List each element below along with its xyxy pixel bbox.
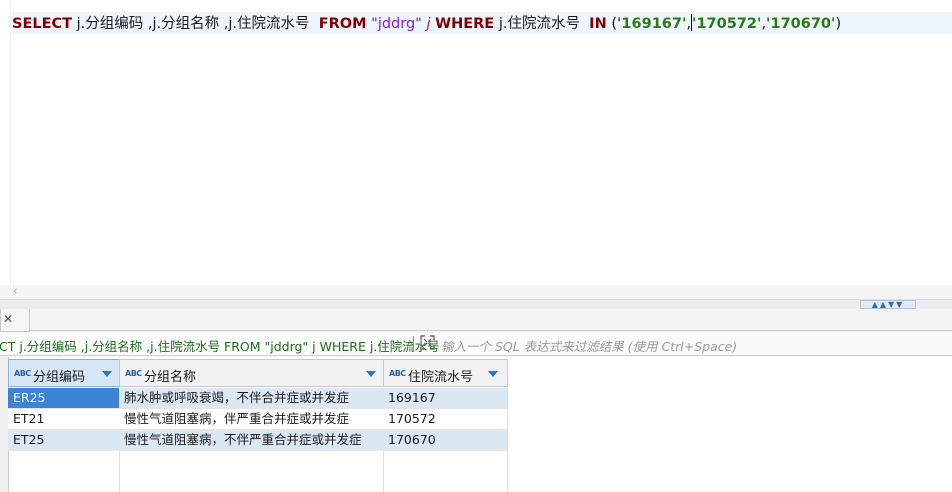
expand-filter-icon[interactable] <box>420 335 435 350</box>
editor-horizontal-scrollbar[interactable]: ‹ <box>0 284 952 299</box>
table-cell[interactable]: 170670 <box>383 430 508 451</box>
where-column: j.住院流水号 <box>498 16 580 32</box>
table-cell[interactable]: ER25 <box>8 388 120 409</box>
filter-separator <box>413 336 414 352</box>
tab-divider <box>28 330 952 331</box>
keyword-where: WHERE <box>435 16 495 32</box>
paren-close: ) <box>835 16 842 32</box>
table-cell[interactable]: 慢性气道阻塞病，不伴严重合并症或并发症 <box>119 430 384 451</box>
text-type-icon: ABC <box>389 369 406 378</box>
column-header-label: 分组名称 <box>144 370 197 385</box>
column-header-code[interactable]: ABC 分组编码 <box>8 359 120 387</box>
column-header-label: 住院流水号 <box>408 370 474 385</box>
grid-line <box>119 451 120 492</box>
table-cell[interactable]: 肺水肿或呼吸衰竭，不伴合并症或并发症 <box>119 388 384 409</box>
filter-input[interactable]: 输入一个 SQL 表达式来过滤结果 (使用 Ctrl+Space) <box>441 336 737 355</box>
sort-dropdown-icon[interactable] <box>366 371 376 377</box>
text-type-icon: ABC <box>125 369 142 378</box>
results-grid: ABC 分组编码 ABC 分组名称 ABC 住院流水号 ER25 肺水肿或呼吸衰… <box>0 357 952 492</box>
keyword-select: SELECT <box>12 16 73 32</box>
table-name: "jddrg" <box>371 16 422 32</box>
keyword-from: FROM <box>318 16 367 32</box>
text-type-icon: ABC <box>14 369 31 378</box>
value-1: '169167' <box>616 16 687 32</box>
maximize-restore-icon[interactable]: ▲▲▼▼ <box>860 300 916 309</box>
grid-line <box>507 451 508 492</box>
sort-dropdown-icon[interactable] <box>488 371 498 377</box>
grid-line <box>383 451 384 492</box>
results-panel: ✕ CT j.分组编码 ,j.分组名称 ,j.住院流水号 FROM "jddrg… <box>0 309 952 492</box>
table-cell[interactable]: 170572 <box>383 409 508 430</box>
table-cell[interactable]: ET21 <box>8 409 120 430</box>
sql-editor[interactable]: SELECT j.分组编码 ,j.分组名称 ,j.住院流水号 FROM "jdd… <box>0 0 952 285</box>
column-header-label: 分组编码 <box>33 370 86 385</box>
value-3: '170670' <box>766 16 836 32</box>
keyword-in: IN <box>589 16 607 32</box>
filter-bar: CT j.分组编码 ,j.分组名称 ,j.住院流水号 FROM "jddrg" … <box>0 333 952 356</box>
sql-statement[interactable]: SELECT j.分组编码 ,j.分组名称 ,j.住院流水号 FROM "jdd… <box>12 14 841 34</box>
table-cell[interactable]: 169167 <box>383 388 508 409</box>
scroll-left-icon[interactable]: ‹ <box>13 284 17 297</box>
column-header-name[interactable]: ABC 分组名称 <box>119 359 384 387</box>
column-list: j.分组编码 ,j.分组名称 ,j.住院流水号 <box>76 16 310 32</box>
table-cell[interactable]: 慢性气道阻塞病，伴严重合并症或并发症 <box>119 409 384 430</box>
table-alias: j <box>426 16 431 32</box>
sort-dropdown-icon[interactable] <box>102 371 112 377</box>
value-2: '170572' <box>692 16 762 32</box>
editor-gutter <box>0 0 11 285</box>
table-cell[interactable]: ET25 <box>8 430 120 451</box>
close-tab-icon[interactable]: ✕ <box>3 312 13 326</box>
column-header-serial[interactable]: ABC 住院流水号 <box>383 359 508 387</box>
result-query-text: CT j.分组编码 ,j.分组名称 ,j.住院流水号 FROM "jddrg" … <box>0 339 440 354</box>
results-tab[interactable]: ✕ <box>0 309 30 332</box>
